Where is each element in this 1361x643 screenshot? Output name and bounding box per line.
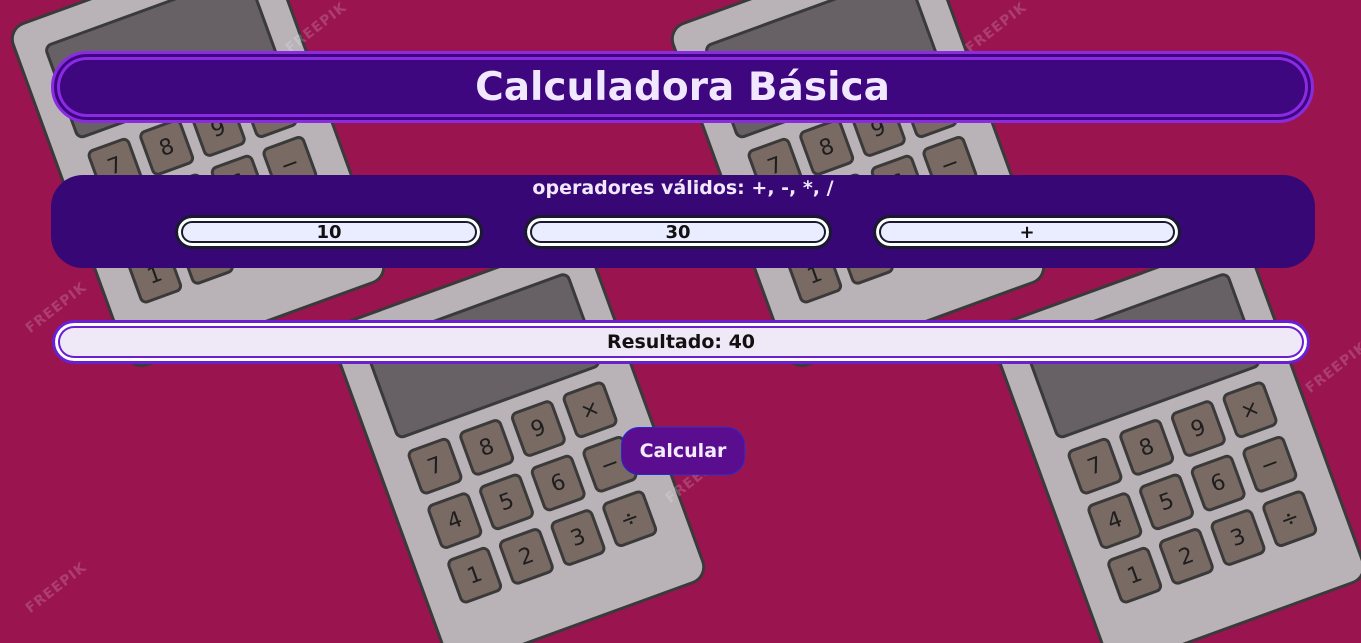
calculator-illustration: 789× 456− 123÷: [985, 233, 1361, 643]
operators-hint: operadores válidos: +, -, *, /: [532, 177, 834, 199]
operator-input[interactable]: [873, 215, 1181, 249]
result-display: Resultado: 40: [52, 320, 1310, 364]
first-number-input[interactable]: [175, 215, 483, 249]
watermark: FREEPIK: [1302, 339, 1361, 397]
calculate-button[interactable]: Calcular: [621, 427, 745, 475]
page-title: Calculadora Básica: [475, 64, 890, 110]
second-number-input[interactable]: [524, 215, 832, 249]
result-text: Resultado: 40: [606, 331, 756, 353]
input-panel: operadores válidos: +, -, *, /: [51, 175, 1315, 268]
title-banner: Calculadora Básica: [51, 51, 1314, 123]
watermark: FREEPIK: [962, 0, 1031, 57]
watermark: FREEPIK: [22, 559, 91, 617]
